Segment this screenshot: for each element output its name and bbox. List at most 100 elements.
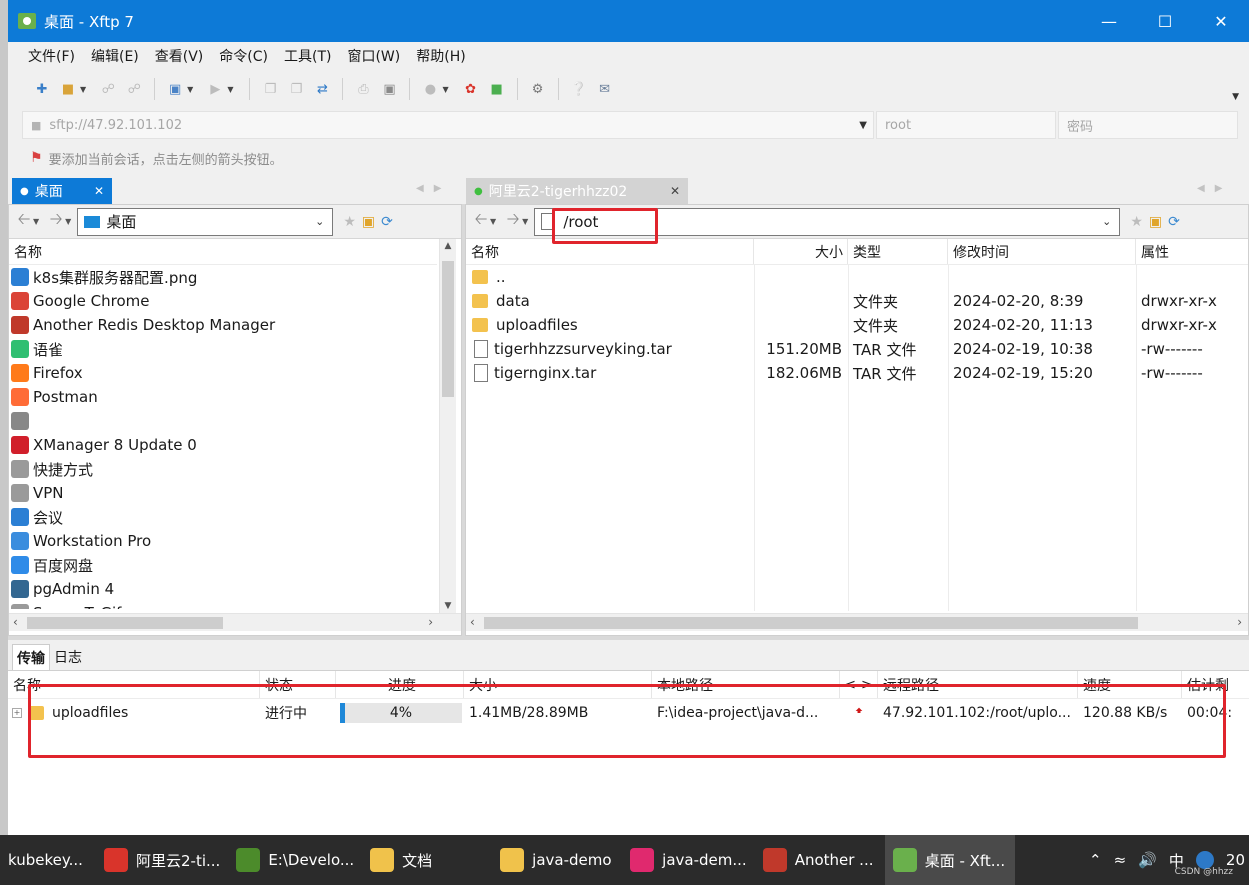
tx-header-progress[interactable]: 进度: [336, 671, 464, 698]
transfer-row[interactable]: + uploadfiles 进行中 4% 1.41MB/28.89MB F:\i…: [8, 699, 1249, 727]
tx-header-size[interactable]: 大小: [464, 671, 652, 698]
chevron-down-icon[interactable]: ▼: [227, 85, 233, 94]
scroll-thumb[interactable]: [442, 261, 454, 397]
parent-folder-icon[interactable]: ▣: [362, 214, 375, 230]
close-icon[interactable]: ✕: [94, 184, 104, 198]
menu-command[interactable]: 命令(C): [219, 46, 268, 66]
list-item[interactable]: Workstation Pro: [9, 529, 439, 553]
tx-header-remote[interactable]: 远程路径: [878, 671, 1078, 698]
tx-header-speed[interactable]: 速度: [1078, 671, 1182, 698]
menu-edit[interactable]: 编辑(E): [91, 46, 139, 66]
table-row[interactable]: ..: [466, 265, 1248, 289]
scroll-left-icon[interactable]: ‹: [470, 615, 475, 629]
remote-horizontal-scrollbar[interactable]: ‹ ›: [466, 613, 1248, 631]
tx-header-local[interactable]: 本地路径: [652, 671, 840, 698]
forward-arrow-icon[interactable]: 🡢: [502, 208, 524, 235]
list-item[interactable]: Another Redis Desktop Manager: [9, 313, 439, 337]
chevron-down-icon[interactable]: ▼: [442, 85, 448, 94]
local-vertical-scrollbar[interactable]: ▲ ▼: [439, 239, 456, 613]
disconnect-icon[interactable]: ☍: [124, 80, 144, 98]
print-icon[interactable]: ⎙: [353, 80, 373, 98]
header-name[interactable]: 名称: [466, 239, 754, 264]
xshell-icon[interactable]: ✿: [461, 80, 481, 98]
table-row[interactable]: uploadfiles 文件夹 2024-02-20, 11:13 drwxr-xr-…: [466, 313, 1248, 337]
header-attributes[interactable]: 属性: [1136, 239, 1248, 264]
menu-view[interactable]: 查看(V): [155, 46, 204, 66]
close-icon[interactable]: ✕: [670, 184, 680, 198]
menu-window[interactable]: 窗口(W): [347, 46, 400, 66]
tx-header-direction[interactable]: <->: [840, 671, 878, 698]
tab-log[interactable]: 日志: [50, 644, 86, 670]
chevron-down-icon[interactable]: ▼: [522, 217, 528, 226]
forward-arrow-icon[interactable]: 🡢: [45, 208, 67, 235]
scroll-left-icon[interactable]: ‹: [13, 615, 18, 629]
menu-file[interactable]: 文件(F): [28, 46, 75, 66]
maximize-button[interactable]: ☐: [1137, 0, 1193, 42]
back-arrow-icon[interactable]: 🡠: [13, 208, 35, 235]
header-name[interactable]: 名称: [9, 239, 437, 264]
back-arrow-icon[interactable]: 🡠: [470, 208, 492, 235]
scroll-right-icon[interactable]: ›: [428, 615, 433, 629]
tab-remote-session[interactable]: ● 阿里云2-tigerhhzz02 ✕: [466, 178, 688, 204]
minimize-button[interactable]: —: [1081, 0, 1137, 42]
chevron-down-icon[interactable]: ▼: [33, 217, 39, 226]
host-input[interactable]: ■ sftp://47.92.101.102 ▼: [22, 111, 874, 139]
chevron-down-icon[interactable]: ▼: [80, 85, 86, 94]
globe-icon[interactable]: ●: [420, 80, 440, 98]
tab-scroll-icon[interactable]: ◀▶: [1197, 183, 1232, 194]
title-bar[interactable]: 桌面 - Xftp 7 — ☐ ✕: [8, 0, 1249, 42]
list-item[interactable]: ScreenToGif.exe: [9, 601, 439, 609]
copy-icon[interactable]: ❐: [260, 80, 280, 98]
scroll-thumb[interactable]: [27, 617, 223, 629]
list-item[interactable]: 百度网盘: [9, 553, 439, 577]
gear-icon[interactable]: ⚙: [528, 80, 548, 98]
list-item[interactable]: VPN: [9, 481, 439, 505]
list-item[interactable]: [9, 409, 439, 433]
scroll-right-icon[interactable]: ›: [1237, 615, 1242, 629]
clipboard-icon[interactable]: ▣: [379, 80, 399, 98]
chevron-down-icon[interactable]: ▼: [490, 217, 496, 226]
sync-icon[interactable]: ⇄: [312, 80, 332, 98]
star-icon[interactable]: ★: [1130, 214, 1143, 230]
taskbar-app[interactable]: 桌面 - Xft...: [884, 835, 1015, 885]
taskbar-app[interactable]: Another ...: [755, 835, 885, 885]
scroll-thumb[interactable]: [484, 617, 1138, 629]
list-item[interactable]: Postman: [9, 385, 439, 409]
taskbar-app[interactable]: java-demo: [492, 835, 622, 885]
properties-icon[interactable]: ▣: [165, 80, 185, 98]
remote-path-input[interactable]: /root ⌄: [534, 207, 1121, 236]
close-button[interactable]: ✕: [1193, 0, 1249, 42]
tab-desktop[interactable]: ● 桌面 ✕: [12, 178, 112, 204]
local-path-input[interactable]: 桌面 ⌄: [77, 207, 334, 236]
list-item[interactable]: 语雀: [9, 337, 439, 361]
header-type[interactable]: 类型: [848, 239, 948, 264]
tx-header-status[interactable]: 状态: [260, 671, 336, 698]
menu-tools[interactable]: 工具(T): [284, 46, 331, 66]
flag-icon[interactable]: ⚑: [30, 150, 43, 166]
parent-folder-icon[interactable]: ▣: [1149, 214, 1162, 230]
volume-icon[interactable]: 🔊: [1138, 851, 1157, 869]
chevron-down-icon[interactable]: ▼: [859, 120, 867, 131]
refresh-icon[interactable]: ⟳: [381, 214, 393, 230]
taskbar-app[interactable]: java-dem...: [622, 835, 755, 885]
paste-icon[interactable]: ❐: [286, 80, 306, 98]
xftp-icon[interactable]: ■: [487, 80, 507, 98]
taskbar-app[interactable]: kubekey...: [0, 835, 96, 885]
header-modified[interactable]: 修改时间: [948, 239, 1136, 264]
connect-icon[interactable]: ☍: [98, 80, 118, 98]
header-size[interactable]: 大小: [754, 239, 848, 264]
list-item[interactable]: 会议: [9, 505, 439, 529]
star-icon[interactable]: ★: [343, 214, 356, 230]
list-item[interactable]: k8s集群服务器配置.png: [9, 265, 439, 289]
open-folder-icon[interactable]: ■: [58, 80, 78, 98]
refresh-icon[interactable]: ⟳: [1168, 214, 1180, 230]
toolbar-overflow-icon[interactable]: ▼: [1232, 92, 1239, 102]
new-session-icon[interactable]: ✚: [32, 80, 52, 98]
menu-help[interactable]: 帮助(H): [416, 46, 465, 66]
tx-header-name[interactable]: 名称: [8, 671, 260, 698]
chevron-down-icon[interactable]: ▼: [65, 217, 71, 226]
chat-icon[interactable]: ✉: [595, 80, 615, 98]
username-input[interactable]: root: [876, 111, 1056, 139]
table-row[interactable]: tigerhhzzsurveyking.tar 151.20MB TAR 文件 202…: [466, 337, 1248, 361]
tab-scroll-icon[interactable]: ◀▶: [416, 183, 451, 194]
